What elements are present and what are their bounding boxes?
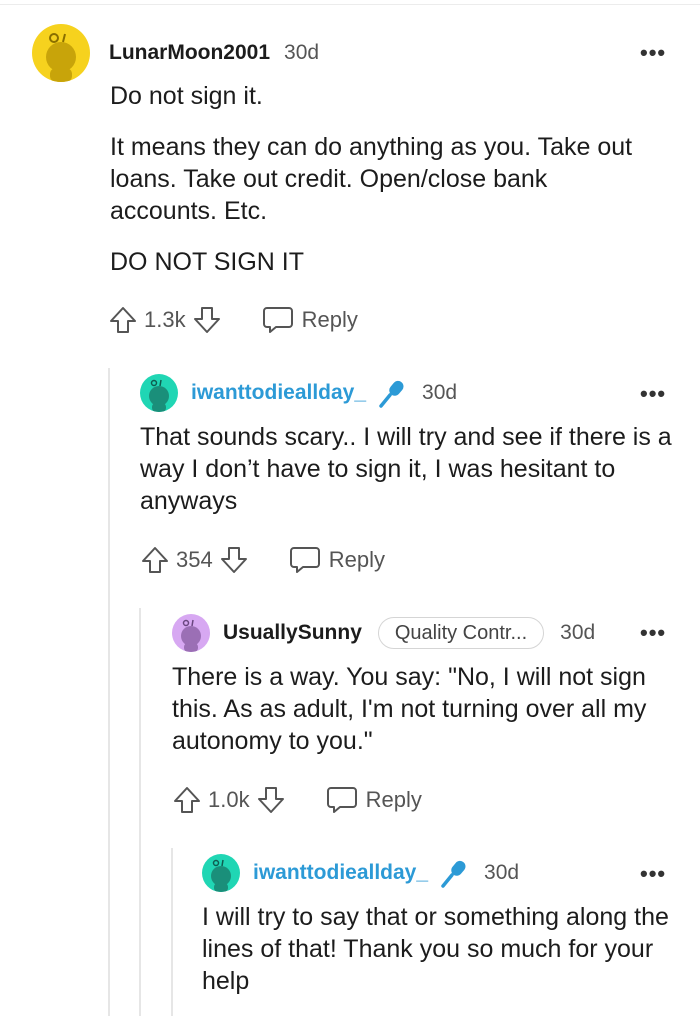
speech-bubble-icon (289, 547, 320, 573)
more-icon[interactable]: ••• (640, 861, 666, 887)
vote-count: 1.0k (208, 787, 250, 812)
vote-count: 1.3k (144, 307, 186, 332)
upvote-arrow-icon[interactable] (140, 545, 170, 575)
comment-paragraph: DO NOT SIGN IT (110, 248, 304, 276)
comment-paragraph: It means they can do anything as you. Ta… (110, 133, 633, 225)
username[interactable]: LunarMoon2001 (109, 41, 270, 65)
user-flair: Quality Contr... (377, 617, 545, 649)
comment-actions: 1.0k Reply (172, 784, 422, 816)
thread-line-level-3[interactable] (171, 848, 173, 1016)
comment-header: UsuallySunny Quality Contr... 30d (172, 614, 595, 652)
snoo-avatar-icon (211, 859, 231, 892)
avatar[interactable] (32, 24, 90, 82)
reply-button[interactable]: Reply (262, 305, 358, 335)
reply-button[interactable]: Reply (326, 785, 422, 815)
comment-body: That sounds scary.. I will try and see i… (140, 421, 680, 517)
reply-label: Reply (301, 307, 358, 332)
downvote-arrow-icon[interactable] (256, 785, 286, 815)
snoo-avatar-icon (46, 33, 76, 82)
comment-paragraph: There is a way. You say: "No, I will not… (172, 663, 647, 755)
vote-count: 354 (176, 547, 213, 572)
comment-body: I will try to say that or something alon… (202, 901, 672, 997)
microphone-icon (376, 377, 408, 409)
downvote-arrow-icon[interactable] (192, 305, 222, 335)
avatar[interactable] (172, 614, 210, 652)
reply-label: Reply (328, 547, 385, 572)
more-icon[interactable]: ••• (640, 40, 666, 66)
snoo-avatar-icon (149, 379, 169, 412)
comment-paragraph: That sounds scary.. I will try and see i… (140, 423, 672, 515)
downvote-arrow-icon[interactable] (219, 545, 249, 575)
comment-paragraph: Do not sign it. (110, 82, 263, 110)
comment-age: 30d (284, 41, 320, 64)
more-icon[interactable]: ••• (640, 620, 666, 646)
comment-age: 30d (422, 381, 458, 404)
username[interactable]: UsuallySunny (223, 621, 362, 645)
comment-age: 30d (484, 861, 520, 884)
avatar[interactable] (202, 854, 240, 892)
snoo-avatar-icon (181, 619, 201, 652)
avatar[interactable] (140, 374, 178, 412)
comment-header: LunarMoon2001 30d (32, 24, 319, 82)
speech-bubble-icon (262, 307, 293, 333)
comment-actions: 1.3k Reply (108, 304, 358, 336)
thread-line-level-2[interactable] (139, 608, 141, 1016)
more-icon[interactable]: ••• (640, 381, 666, 407)
comment-header: iwanttodieallday_ 30d (140, 374, 457, 412)
reply-label: Reply (365, 787, 422, 812)
upvote-arrow-icon[interactable] (172, 785, 202, 815)
username[interactable]: iwanttodieallday_ (253, 861, 428, 885)
comment-body: There is a way. You say: "No, I will not… (172, 661, 682, 757)
thread-line-level-1[interactable] (108, 368, 110, 1016)
comment-actions: 354 Reply (140, 544, 385, 576)
comment-header: iwanttodieallday_ 30d (202, 854, 519, 892)
upvote-arrow-icon[interactable] (108, 305, 138, 335)
speech-bubble-icon (326, 787, 357, 813)
microphone-icon (438, 857, 470, 889)
top-divider (0, 4, 700, 5)
username[interactable]: iwanttodieallday_ (191, 381, 366, 405)
comment-age: 30d (560, 621, 596, 644)
comment-paragraph: I will try to say that or something alon… (202, 903, 669, 995)
reply-button[interactable]: Reply (289, 545, 385, 575)
comment-body: Do not sign it. It means they can do any… (110, 80, 650, 278)
